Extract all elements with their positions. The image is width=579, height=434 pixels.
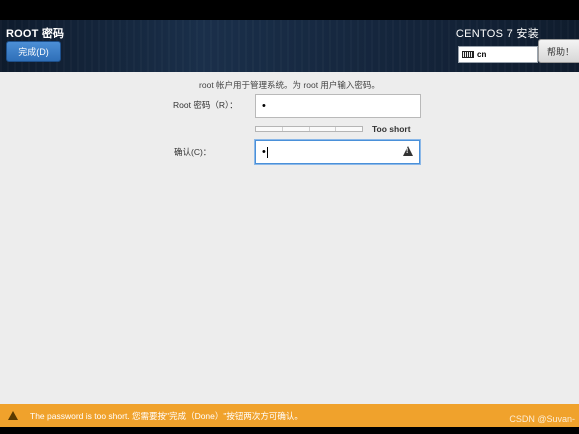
password-strength-meter — [255, 126, 363, 132]
confirm-password-value: • — [262, 146, 266, 158]
root-password-label: Root 密码（R）： — [173, 100, 238, 110]
spoke-title: ROOT 密码 — [6, 28, 65, 40]
warning-icon — [8, 411, 18, 420]
keyboard-icon — [462, 51, 474, 58]
spoke-content: root 帐户用于管理系统。为 root 用户输入密码。 Root 密码（R）：… — [0, 72, 579, 404]
installer-screen: ROOT 密码 完成(D) CENTOS 7 安装 cn 帮助！ root 帐户… — [0, 0, 579, 434]
confirm-password-label: 确认(C)： — [174, 147, 212, 157]
warning-icon — [403, 146, 413, 156]
done-button[interactable]: 完成(D) — [6, 41, 61, 62]
root-password-field[interactable]: • — [255, 94, 421, 118]
confirm-password-field[interactable]: • — [255, 140, 420, 164]
watermark: CSDN @Suvan- — [509, 414, 575, 424]
password-strength-label: Too short — [372, 124, 411, 134]
warning-statusbar[interactable]: The password is too short. 您需要按"完成（Done）… — [0, 404, 579, 427]
text-caret — [266, 146, 268, 158]
keyboard-layout-label: cn — [477, 50, 487, 59]
warning-message: The password is too short. 您需要按"完成（Done）… — [30, 410, 303, 421]
help-button[interactable]: 帮助！ — [538, 39, 579, 63]
root-description: root 帐户用于管理系统。为 root 用户输入密码。 — [199, 80, 380, 90]
root-password-value: • — [262, 100, 266, 112]
product-title: CENTOS 7 安装 — [455, 28, 539, 40]
spoke-header: ROOT 密码 完成(D) CENTOS 7 安装 cn 帮助！ — [0, 20, 579, 72]
keyboard-layout-indicator[interactable]: cn — [458, 46, 538, 63]
